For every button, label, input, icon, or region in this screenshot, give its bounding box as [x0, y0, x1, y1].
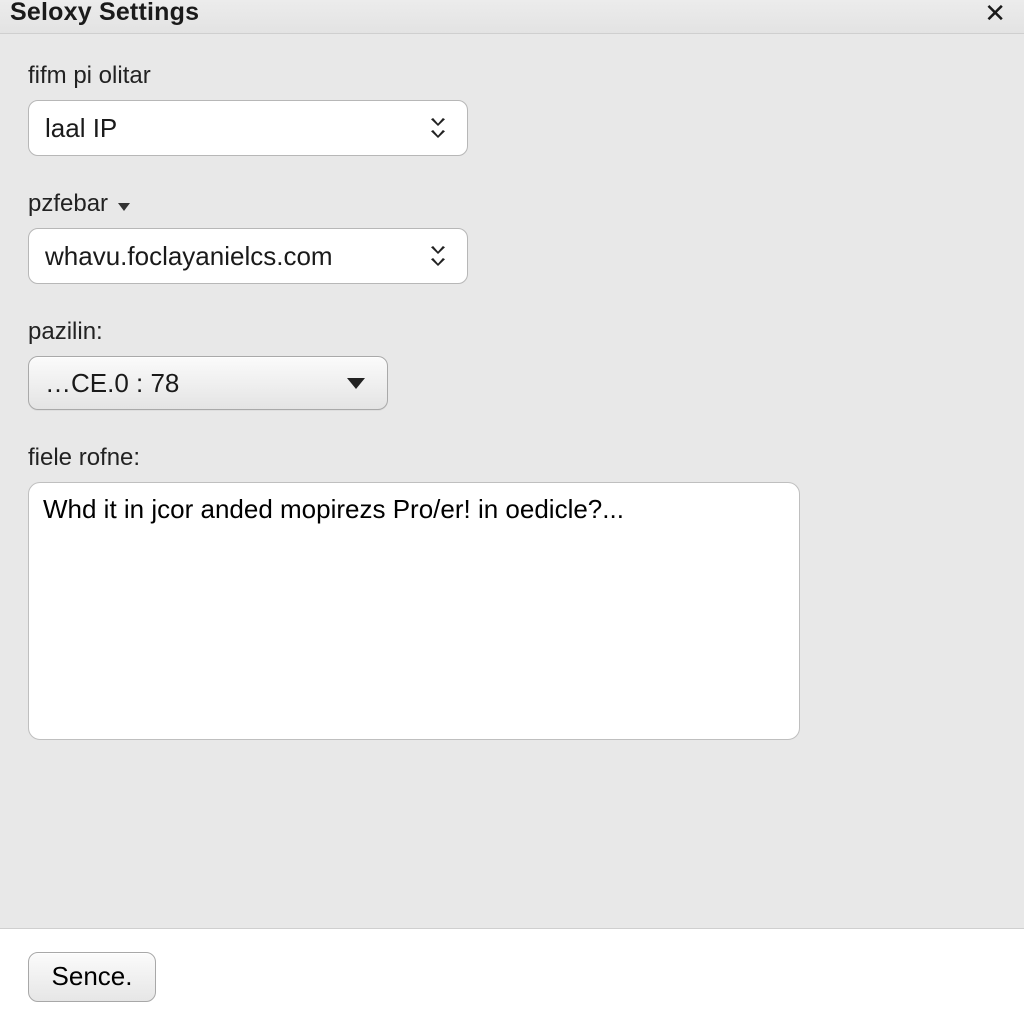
version-label: pazilin:	[28, 318, 996, 346]
form-area: fifm pi olitar laal IP pzfebar whavu.foc…	[0, 34, 1024, 928]
version-value: …CE.0 : 78	[45, 368, 179, 399]
titlebar: Seloxy Settings ✕	[0, 0, 1024, 34]
field-version: pazilin: …CE.0 : 78	[28, 318, 996, 410]
chevron-down-icon	[118, 203, 130, 211]
window-title: Seloxy Settings	[10, 0, 199, 25]
field-host: pzfebar whavu.foclayanielcs.com	[28, 190, 996, 284]
chevron-updown-icon	[431, 118, 445, 138]
source-ip-combo[interactable]: laal IP	[28, 100, 468, 156]
close-icon[interactable]: ✕	[984, 0, 1006, 26]
settings-dialog: Seloxy Settings ✕ fifm pi olitar laal IP…	[0, 0, 1024, 1024]
chevron-down-icon	[347, 378, 365, 389]
notes-label: fiele rofne:	[28, 444, 996, 472]
source-ip-label: fifm pi olitar	[28, 62, 996, 90]
field-notes: fiele rofne:	[28, 444, 996, 745]
version-combo[interactable]: …CE.0 : 78	[28, 356, 388, 410]
host-label[interactable]: pzfebar	[28, 190, 130, 218]
button-bar: Sence.	[0, 928, 1024, 1024]
source-ip-value: laal IP	[45, 113, 117, 144]
host-combo[interactable]: whavu.foclayanielcs.com	[28, 228, 468, 284]
notes-textarea[interactable]	[28, 482, 800, 740]
field-source-ip: fifm pi olitar laal IP	[28, 62, 996, 156]
host-label-text: pzfebar	[28, 190, 108, 218]
host-value: whavu.foclayanielcs.com	[45, 241, 333, 272]
primary-button[interactable]: Sence.	[28, 952, 156, 1002]
chevron-updown-icon	[431, 246, 445, 266]
